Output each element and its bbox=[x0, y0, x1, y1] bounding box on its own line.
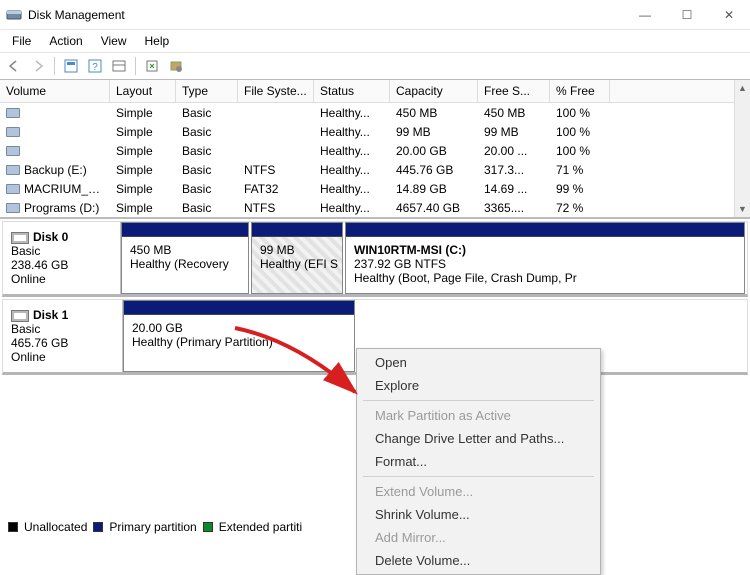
minimize-button[interactable]: — bbox=[624, 1, 666, 29]
legend-unalloc-label: Unallocated bbox=[24, 520, 87, 534]
legend-extended-label: Extended partiti bbox=[219, 520, 302, 534]
column-headers: Volume Layout Type File Syste... Status … bbox=[0, 80, 750, 103]
partition[interactable]: 99 MBHealthy (EFI S bbox=[251, 222, 343, 294]
toolbar-icon-2[interactable] bbox=[109, 56, 129, 76]
menu-file[interactable]: File bbox=[4, 32, 39, 50]
col-layout[interactable]: Layout bbox=[110, 80, 176, 102]
context-menu-item[interactable]: Format... bbox=[357, 450, 600, 473]
col-pctfree[interactable]: % Free bbox=[550, 80, 610, 102]
titlebar: Disk Management — ☐ ✕ bbox=[0, 0, 750, 30]
volume-icon bbox=[6, 146, 20, 156]
volume-table: Volume Layout Type File Syste... Status … bbox=[0, 80, 750, 219]
menu-separator bbox=[363, 400, 594, 401]
settings-icon[interactable] bbox=[166, 56, 186, 76]
app-icon bbox=[6, 7, 22, 23]
volume-rows: SimpleBasicHealthy...450 MB450 MB100 %Si… bbox=[0, 103, 750, 217]
context-menu-item[interactable]: Shrink Volume... bbox=[357, 503, 600, 526]
context-menu-item[interactable]: Change Drive Letter and Paths... bbox=[357, 427, 600, 450]
toolbar-icon[interactable] bbox=[61, 56, 81, 76]
context-menu-item[interactable]: Delete Volume... bbox=[357, 549, 600, 572]
table-row[interactable]: Programs (D:)SimpleBasicNTFSHealthy...46… bbox=[0, 198, 750, 217]
menubar: File Action View Help bbox=[0, 30, 750, 52]
toolbar: ? bbox=[0, 52, 750, 80]
maximize-button[interactable]: ☐ bbox=[666, 1, 708, 29]
context-menu: OpenExplore Mark Partition as ActiveChang… bbox=[356, 348, 601, 575]
volume-icon bbox=[6, 127, 20, 137]
legend-primary-label: Primary partition bbox=[109, 520, 196, 534]
col-capacity[interactable]: Capacity bbox=[390, 80, 478, 102]
window-title: Disk Management bbox=[28, 8, 624, 22]
legend-unalloc-swatch bbox=[8, 522, 18, 532]
context-menu-item: Mark Partition as Active bbox=[357, 404, 600, 427]
volume-icon bbox=[6, 108, 20, 118]
table-row[interactable]: SimpleBasicHealthy...20.00 GB20.00 ...10… bbox=[0, 141, 750, 160]
help-icon[interactable]: ? bbox=[85, 56, 105, 76]
disk-icon bbox=[11, 232, 29, 244]
scroll-down-icon[interactable]: ▼ bbox=[735, 201, 750, 217]
refresh-icon[interactable] bbox=[142, 56, 162, 76]
col-fs[interactable]: File Syste... bbox=[238, 80, 314, 102]
disk-row: Disk 0Basic238.46 GBOnline450 MBHealthy … bbox=[2, 221, 748, 297]
table-row[interactable]: SimpleBasicHealthy...450 MB450 MB100 % bbox=[0, 103, 750, 122]
volume-icon bbox=[6, 184, 20, 194]
scroll-up-icon[interactable]: ▲ bbox=[735, 80, 750, 96]
col-free[interactable]: Free S... bbox=[478, 80, 550, 102]
legend-primary-swatch bbox=[93, 522, 103, 532]
disk-info[interactable]: Disk 1Basic465.76 GBOnline bbox=[3, 300, 123, 372]
volume-icon bbox=[6, 165, 20, 175]
context-menu-item[interactable]: Open bbox=[357, 351, 600, 374]
partition[interactable]: 450 MBHealthy (Recovery bbox=[121, 222, 249, 294]
table-row[interactable]: MACRIUM_PE...SimpleBasicFAT32Healthy...1… bbox=[0, 179, 750, 198]
context-menu-item: Extend Volume... bbox=[357, 480, 600, 503]
col-type[interactable]: Type bbox=[176, 80, 238, 102]
menu-action[interactable]: Action bbox=[41, 32, 90, 50]
close-button[interactable]: ✕ bbox=[708, 1, 750, 29]
disk-icon bbox=[11, 310, 29, 322]
menu-separator bbox=[363, 476, 594, 477]
menu-help[interactable]: Help bbox=[137, 32, 178, 50]
table-row[interactable]: SimpleBasicHealthy...99 MB99 MB100 % bbox=[0, 122, 750, 141]
forward-button[interactable] bbox=[28, 56, 48, 76]
disk-info[interactable]: Disk 0Basic238.46 GBOnline bbox=[3, 222, 121, 294]
volume-icon bbox=[6, 203, 20, 213]
menu-view[interactable]: View bbox=[93, 32, 135, 50]
col-volume[interactable]: Volume bbox=[0, 80, 110, 102]
vertical-scrollbar[interactable]: ▲ ▼ bbox=[734, 80, 750, 217]
partition[interactable]: 20.00 GBHealthy (Primary Partition) bbox=[123, 300, 355, 372]
partition[interactable]: WIN10RTM-MSI (C:)237.92 GB NTFSHealthy (… bbox=[345, 222, 745, 294]
context-menu-item[interactable]: Explore bbox=[357, 374, 600, 397]
svg-text:?: ? bbox=[92, 62, 98, 73]
col-status[interactable]: Status bbox=[314, 80, 390, 102]
table-row[interactable]: Backup (E:)SimpleBasicNTFSHealthy...445.… bbox=[0, 160, 750, 179]
legend-extended-swatch bbox=[203, 522, 213, 532]
legend: Unallocated Primary partition Extended p… bbox=[8, 520, 302, 534]
back-button[interactable] bbox=[4, 56, 24, 76]
col-spacer bbox=[610, 80, 750, 102]
